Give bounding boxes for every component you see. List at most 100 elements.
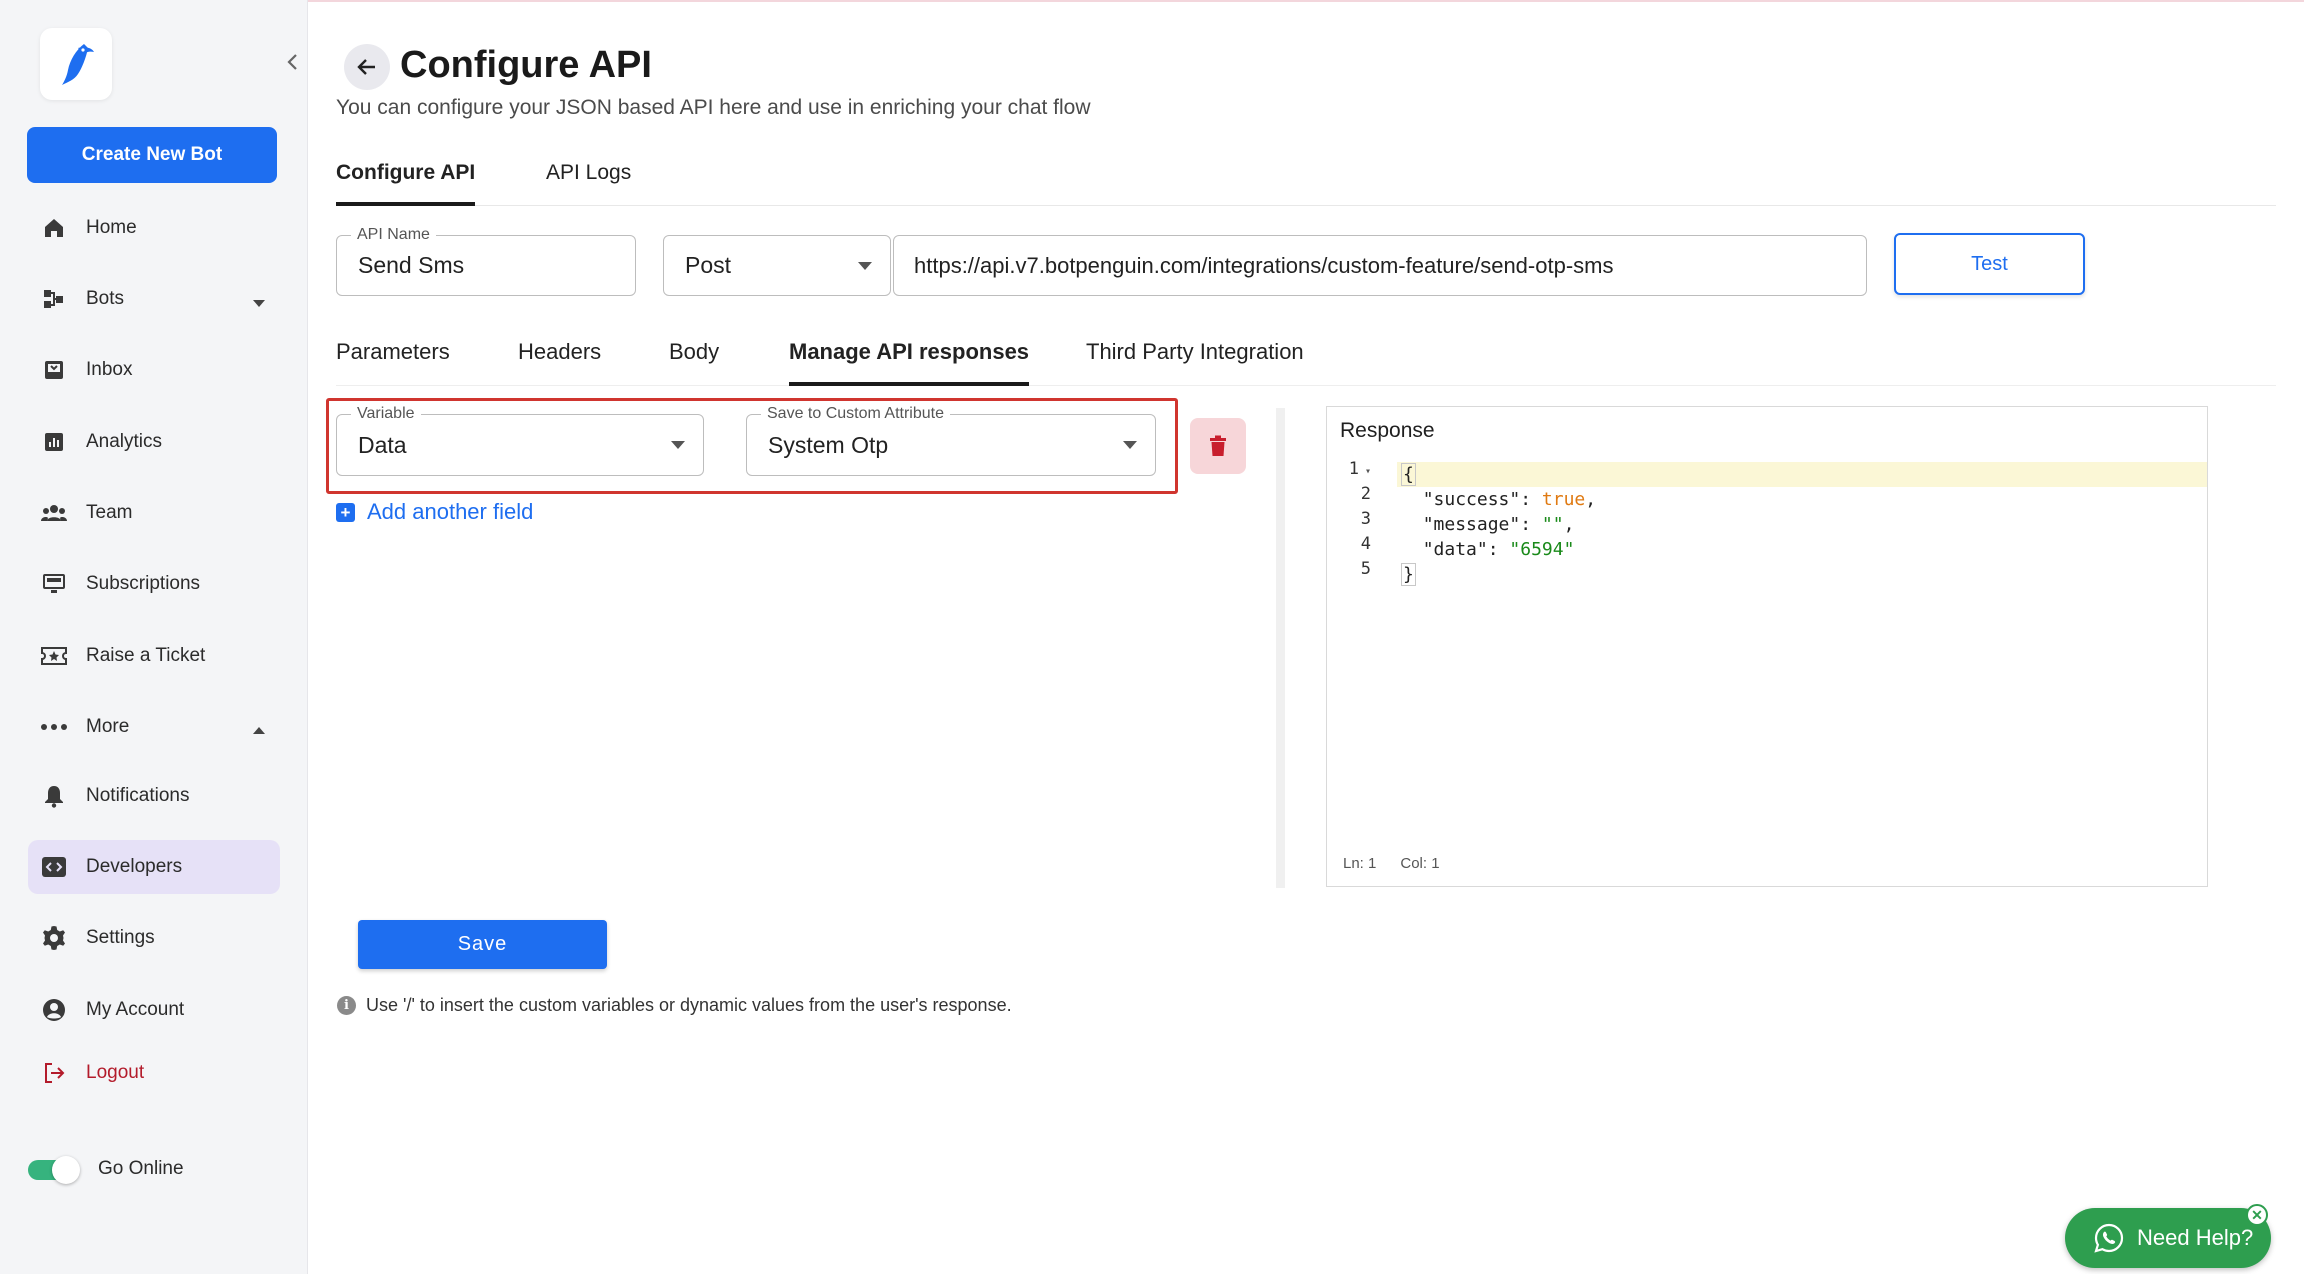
sidebar-item-analytics[interactable]: Analytics — [28, 415, 280, 469]
sidebar-item-label: Raise a Ticket — [86, 645, 206, 666]
code-line: { — [1397, 462, 2207, 487]
whatsapp-icon — [2094, 1223, 2124, 1253]
sidebar-item-label: Settings — [86, 927, 155, 948]
tab-third-party-integration[interactable]: Third Party Integration — [1086, 330, 1304, 386]
api-name-field[interactable]: API Name Send Sms — [336, 225, 636, 296]
more-icon — [40, 713, 68, 741]
info-note: i Use '/' to insert the custom variables… — [337, 992, 1012, 1018]
sidebar-item-label: Developers — [86, 856, 183, 877]
sidebar-item-label: Home — [86, 217, 137, 238]
tab-parameters[interactable]: Parameters — [336, 330, 450, 386]
cursor-line: Ln: 1 — [1343, 855, 1377, 872]
create-new-bot-button[interactable]: Create New Bot — [27, 127, 277, 183]
sidebar-item-my-account[interactable]: My Account — [28, 983, 280, 1037]
sidebar-item-label: Subscriptions — [86, 573, 201, 594]
subscriptions-icon — [40, 570, 68, 598]
sidebar-item-label: Bots — [86, 288, 125, 309]
home-icon — [40, 214, 68, 242]
response-panel: Response 1 ▾ 2 3 4 5 { "success": true, … — [1326, 406, 2208, 887]
editor-status-bar: Ln: 1 Col: 1 — [1343, 855, 1464, 872]
sidebar-item-settings[interactable]: Settings — [28, 911, 280, 965]
add-another-field-button[interactable]: + Add another field — [336, 497, 533, 527]
sidebar-item-home[interactable]: Home — [28, 201, 280, 255]
collapse-sidebar-icon[interactable] — [282, 50, 302, 74]
logout-icon — [40, 1059, 68, 1087]
sidebar-item-subscriptions[interactable]: Subscriptions — [28, 557, 280, 611]
page-subtitle: You can configure your JSON based API he… — [336, 96, 1091, 119]
go-online-toggle[interactable] — [28, 1156, 80, 1184]
app-logo[interactable] — [40, 28, 112, 100]
code-line: "message": "", — [1422, 514, 1575, 535]
cursor-column: Col: 1 — [1400, 855, 1440, 872]
sidebar-item-developers[interactable]: Developers — [28, 840, 280, 894]
panel-divider[interactable] — [1276, 408, 1285, 888]
method-select[interactable]: Post — [663, 235, 891, 296]
sidebar-item-label: Inbox — [86, 359, 133, 380]
sidebar-item-label: More — [86, 716, 130, 737]
caret-down-icon — [252, 292, 266, 314]
custom-attribute-select[interactable]: Save to Custom Attribute System Otp — [746, 404, 1156, 476]
dropdown-arrow-icon — [1123, 441, 1137, 449]
line-number-gutter: 1 ▾ 2 3 4 5 — [1327, 457, 1377, 582]
top-accent-line — [0, 0, 2304, 2]
method-value: Post — [685, 252, 732, 278]
sidebar-item-team[interactable]: Team — [28, 486, 280, 540]
sidebar-item-bots[interactable]: Bots — [28, 272, 280, 326]
gear-icon — [40, 924, 68, 952]
ticket-icon — [40, 642, 68, 670]
penguin-logo-icon — [62, 44, 94, 85]
line-number: 4 — [1360, 534, 1371, 554]
bots-icon — [40, 285, 68, 313]
tab-body[interactable]: Body — [669, 330, 719, 386]
top-tabs: Configure API API Logs — [336, 152, 2276, 206]
plus-icon: + — [336, 502, 355, 522]
api-name-value: Send Sms — [358, 252, 465, 278]
code-line: "success": true, — [1422, 489, 1597, 510]
bell-icon — [40, 782, 68, 810]
page-title: Configure API — [400, 44, 652, 86]
code-icon — [40, 853, 68, 881]
line-number: 2 — [1360, 484, 1371, 504]
sidebar-item-logout[interactable]: Logout — [28, 1046, 280, 1100]
json-editor[interactable]: { "success": true, "message": "", "data"… — [1397, 462, 2207, 587]
info-note-text: Use '/' to insert the custom variables o… — [366, 994, 1012, 1015]
sidebar-item-label: My Account — [86, 999, 185, 1020]
sidebar-item-more[interactable]: More — [28, 700, 280, 754]
sidebar-item-raise-ticket[interactable]: Raise a Ticket — [28, 629, 280, 683]
response-title: Response — [1340, 419, 1435, 442]
sidebar-item-label: Team — [86, 502, 133, 523]
sub-tabs: Parameters Headers Body Manage API respo… — [336, 330, 2276, 386]
line-number: 1 ▾ — [1348, 459, 1371, 479]
arrow-left-icon — [357, 59, 375, 75]
save-button[interactable]: Save — [358, 920, 607, 969]
tab-api-logs[interactable]: API Logs — [546, 152, 631, 206]
custom-attribute-value: System Otp — [768, 431, 889, 458]
variable-value: Data — [358, 431, 407, 458]
need-help-label: Need Help? — [2137, 1225, 2254, 1250]
url-value: https://api.v7.botpenguin.com/integratio… — [914, 252, 1614, 278]
sidebar-item-label: Logout — [86, 1062, 145, 1083]
back-button[interactable] — [344, 44, 390, 90]
account-icon — [40, 996, 68, 1024]
delete-button[interactable] — [1190, 418, 1246, 474]
line-number: 3 — [1360, 509, 1371, 529]
tab-manage-api-responses[interactable]: Manage API responses — [789, 330, 1030, 386]
info-icon: i — [337, 995, 356, 1015]
test-button[interactable]: Test — [1894, 233, 2085, 295]
add-another-field-label: Add another field — [367, 499, 534, 524]
variable-select[interactable]: Variable Data — [336, 404, 704, 476]
line-number: 5 — [1360, 559, 1371, 579]
analytics-icon — [40, 428, 68, 456]
go-online-label: Go Online — [98, 1158, 184, 1179]
need-help-button[interactable]: Need Help? — [2065, 1208, 2271, 1268]
tab-configure-api[interactable]: Configure API — [336, 152, 476, 206]
sidebar-item-inbox[interactable]: Inbox — [28, 343, 280, 397]
sidebar: Create New Bot Home Bots Inbox Analytics… — [0, 0, 308, 1274]
trash-icon — [1210, 435, 1226, 456]
url-input[interactable]: https://api.v7.botpenguin.com/integratio… — [893, 235, 1867, 296]
tab-headers[interactable]: Headers — [518, 330, 601, 386]
code-line: "data": "6594" — [1422, 539, 1575, 560]
close-icon[interactable]: ✕ — [2246, 1204, 2268, 1226]
sidebar-item-notifications[interactable]: Notifications — [28, 769, 280, 823]
code-line: } — [1401, 563, 1416, 586]
